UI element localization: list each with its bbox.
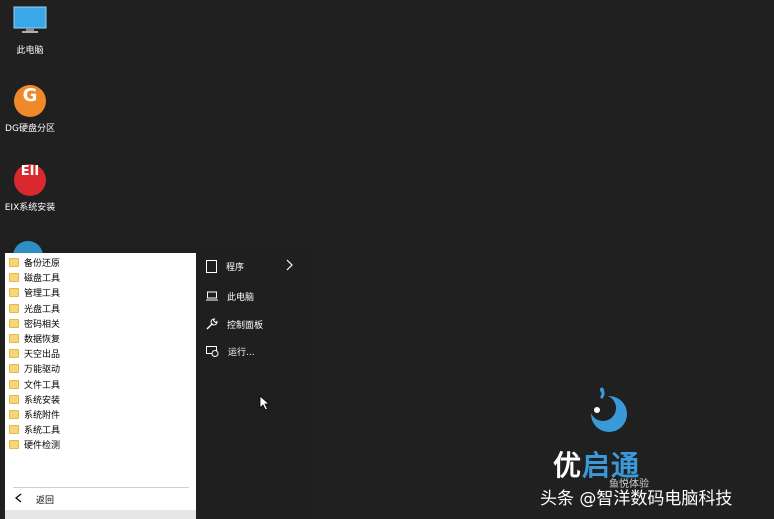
monitor-icon [0,6,60,39]
run-item[interactable]: 运行... [196,339,312,363]
menu-item-label: 天空出品 [24,350,61,361]
menu-item-label: 管理工具 [24,289,61,300]
folder-icon [9,288,19,298]
mouse-cursor-icon [259,395,270,411]
menu-item-label: 系统附件 [24,410,61,421]
menu-item-label: 系统安装 [24,395,61,406]
menu-item-folder[interactable]: 数据恢复 [9,331,192,346]
start-menu-program-list: 备份还原 磁盘工具 管理工具 光盘工具 密码相关 数据恢复 天空出品 万能驱动 … [5,253,196,519]
back-button[interactable]: 返回 [5,489,196,509]
menu-item-label: 光盘工具 [24,304,61,315]
desktop-icon-partial[interactable] [13,241,43,253]
menu-item-label: 万能驱动 [24,365,61,376]
programs-label: 程序 [226,262,245,273]
desktop-icon-eix-install[interactable]: EII EIX系统安装 [0,164,60,213]
run-label: 运行... [228,347,255,358]
menu-item-folder[interactable]: 系统工具 [9,422,192,437]
chevron-right-icon [286,259,293,271]
menu-item-label: 数据恢复 [24,335,61,346]
menu-item-folder[interactable]: 密码相关 [9,316,192,331]
programs-item[interactable]: 程序 [196,254,312,278]
menu-item-folder[interactable]: 系统附件 [9,407,192,422]
desktop-icon-dg-partition[interactable]: G DG硬盘分区 [0,85,60,134]
brand-name-part: 优 [553,449,583,482]
menu-item-folder[interactable]: 系统安装 [9,392,192,407]
app-logo-icon [13,241,43,253]
folder-icon [9,364,19,374]
menu-footer [5,510,196,519]
watermark-text: 头条 @智洋数码电脑科技 [540,489,733,509]
folder-icon [9,425,19,435]
start-menu-shortcuts: 程序 此电脑 控制面板 运行... [196,248,312,519]
menu-item-label: 备份还原 [24,259,61,270]
menu-item-label: 系统工具 [24,426,61,437]
chevron-left-icon [15,492,22,506]
fish-logo-icon [590,387,627,432]
folder-icon [9,258,19,268]
folder-icon [9,273,19,283]
run-icon [206,345,219,357]
menu-item-folder[interactable]: 硬件检测 [9,437,192,452]
control-panel-item[interactable]: 控制面板 [196,312,312,336]
dg-logo-icon: G [14,85,46,117]
menu-item-label: 密码相关 [24,319,61,330]
desktop-icon-label: DG硬盘分区 [5,124,55,134]
programs-icon [206,259,217,273]
menu-item-folder[interactable]: 天空出品 [9,346,192,361]
menu-item-label: 磁盘工具 [24,274,61,285]
folder-icon [9,349,19,359]
menu-item-folder[interactable]: 备份还原 [9,255,192,270]
folder-icon [9,379,19,389]
menu-item-label: 文件工具 [24,380,61,391]
menu-item-folder[interactable]: 磁盘工具 [9,270,192,285]
menu-divider [13,487,189,488]
control-panel-label: 控制面板 [227,320,264,331]
menu-item-folder[interactable]: 万能驱动 [9,361,192,376]
desktop-icon-label: EIX系统安装 [4,203,56,213]
folder-icon [9,318,19,328]
menu-item-folder[interactable]: 光盘工具 [9,301,192,316]
desktop-icon-label: 此电脑 [16,46,44,56]
menu-item-label: 硬件检测 [24,441,61,452]
folder-icon [9,394,19,404]
folder-icon [9,334,19,344]
menu-item-folder[interactable]: 文件工具 [9,377,192,392]
menu-item-folder[interactable]: 管理工具 [9,285,192,300]
wrench-icon [206,318,218,330]
this-pc-label: 此电脑 [227,292,255,303]
folder-icon [9,440,19,450]
eix-logo-icon: EII [14,164,46,196]
back-label: 返回 [36,495,55,506]
folder-icon [9,303,19,313]
laptop-icon [206,291,218,301]
folder-icon [9,409,19,419]
this-pc-item[interactable]: 此电脑 [196,284,312,308]
desktop-icon-this-pc[interactable]: 此电脑 [0,6,60,56]
